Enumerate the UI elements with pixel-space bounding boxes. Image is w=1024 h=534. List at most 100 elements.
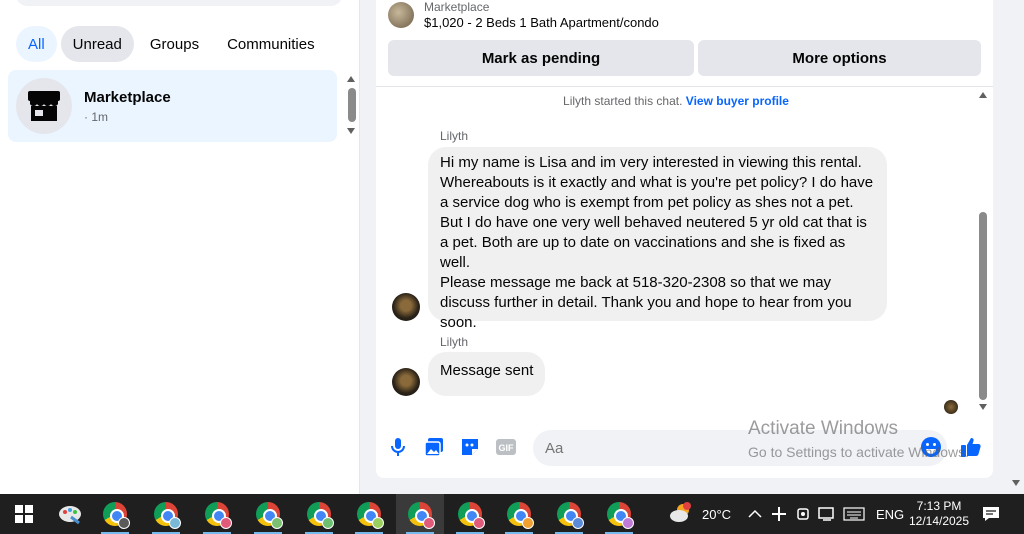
network-icon[interactable] — [818, 494, 836, 534]
plus-icon — [772, 507, 786, 521]
language-indicator[interactable]: ENG — [876, 494, 904, 534]
marketplace-avatar — [16, 78, 72, 134]
weather-widget[interactable]: 20°C — [668, 494, 731, 534]
message-line: But I do have one very well behaved neut… — [440, 214, 867, 231]
show-hidden-icons-button[interactable] — [748, 494, 762, 534]
more-options-button[interactable]: More options — [698, 40, 981, 76]
chrome-icon — [307, 502, 334, 529]
chrome-icon — [408, 502, 435, 529]
filter-groups[interactable]: Groups — [138, 26, 211, 62]
keyboard-icon — [843, 507, 865, 521]
taskbar-chrome-6[interactable] — [345, 494, 393, 534]
search-input[interactable] — [16, 0, 342, 6]
weather-temperature: 20°C — [702, 506, 732, 522]
page-scroll-down-arrow-icon[interactable] — [1012, 480, 1020, 486]
chrome-profile-badge — [572, 517, 584, 529]
chrome-icon — [205, 502, 232, 529]
taskbar-chrome-2[interactable] — [142, 494, 190, 534]
chat-list-scrollbar[interactable] — [344, 72, 358, 138]
chrome-icon — [557, 502, 584, 529]
conversation-item-marketplace[interactable]: Marketplace · 1m — [8, 70, 337, 142]
taskbar-chrome-7-active[interactable] — [396, 494, 444, 534]
chrome-icon — [458, 502, 485, 529]
view-buyer-profile-link[interactable]: View buyer profile — [686, 94, 789, 108]
scroll-thumb[interactable] — [348, 88, 356, 122]
tray-device-icon[interactable] — [796, 494, 810, 534]
start-button[interactable] — [0, 494, 48, 534]
scroll-thumb[interactable] — [979, 212, 987, 400]
chrome-icon — [357, 502, 384, 529]
chrome-profile-badge — [118, 517, 130, 529]
photo-icon[interactable] — [423, 436, 445, 458]
message-line: Message sent — [440, 362, 534, 379]
scroll-up-arrow-icon[interactable] — [979, 92, 987, 98]
chat-started-text: Lilyth started this chat. — [563, 94, 683, 108]
messages-scrollbar[interactable] — [976, 90, 990, 414]
chrome-icon — [256, 502, 283, 529]
message-line: soon. — [440, 314, 477, 331]
chrome-profile-badge — [622, 517, 634, 529]
windows-taskbar: 20°C ENG 7:13 PM 12/14/2025 — [0, 494, 1024, 534]
chrome-profile-badge — [372, 517, 384, 529]
paint-app-icon — [59, 506, 81, 525]
filter-all[interactable]: All — [16, 26, 57, 62]
message-bubble: Message sent — [428, 352, 546, 396]
mark-as-pending-button[interactable]: Mark as pending — [388, 40, 694, 76]
taskbar-chrome-3[interactable] — [193, 494, 241, 534]
svg-text:GIF: GIF — [499, 443, 515, 453]
message-line: a pet. Both are up to date on vaccinatio… — [440, 234, 846, 271]
meet-now-icon — [797, 508, 809, 520]
user-avatar[interactable] — [392, 368, 420, 396]
chrome-icon — [607, 502, 634, 529]
filter-chips: All Unread Groups Communities — [16, 26, 327, 62]
filter-unread[interactable]: Unread — [60, 26, 134, 62]
taskbar-chrome-10[interactable] — [545, 494, 593, 534]
weather-cloud-icon — [670, 502, 691, 522]
conversation-panel: Marketplace $1,020 - 2 Beds 1 Bath Apart… — [376, 0, 993, 478]
message-line: discuss further in detail. Thank you and… — [440, 294, 852, 311]
taskbar-chrome-9[interactable] — [495, 494, 543, 534]
message-bubble: Hi my name is Lisa and im very intereste… — [428, 147, 887, 331]
gif-icon[interactable]: GIF — [495, 436, 517, 458]
chrome-icon — [154, 502, 181, 529]
clock-date: 12/14/2025 — [908, 514, 970, 528]
message-sender: Lilyth — [440, 129, 469, 143]
chrome-icon — [103, 502, 130, 529]
message-input[interactable] — [533, 430, 947, 466]
notifications-button[interactable] — [982, 494, 1000, 534]
header-divider — [376, 86, 993, 87]
listing-thumbnail — [388, 2, 414, 28]
conversation-name: Marketplace — [84, 88, 171, 106]
microphone-icon[interactable] — [387, 436, 409, 458]
sticker-icon[interactable] — [459, 436, 481, 458]
message-composer: GIF — [376, 428, 993, 468]
scroll-up-arrow-icon[interactable] — [347, 76, 355, 82]
chrome-profile-badge — [220, 517, 232, 529]
chrome-profile-badge — [322, 517, 334, 529]
listing-header[interactable]: Marketplace $1,020 - 2 Beds 1 Bath Apart… — [388, 0, 659, 30]
notification-icon — [983, 507, 999, 521]
conversation-time: · 1m — [84, 109, 108, 124]
scroll-down-arrow-icon[interactable] — [347, 128, 355, 134]
clock[interactable]: 7:13 PM 12/14/2025 — [908, 494, 970, 534]
taskbar-chrome-8[interactable] — [446, 494, 494, 534]
chat-started-notice: Lilyth started this chat. View buyer pro… — [376, 94, 976, 108]
user-avatar[interactable] — [392, 293, 420, 321]
listing-title: $1,020 - 2 Beds 1 Bath Apartment/condo — [424, 15, 659, 30]
message-line: Whereabouts is it exactly and what is yo… — [440, 174, 874, 191]
windows-logo-icon — [15, 505, 33, 523]
filter-communities[interactable]: Communities — [215, 26, 327, 62]
emoji-icon[interactable] — [920, 436, 942, 458]
taskbar-app-paint[interactable] — [46, 494, 94, 534]
taskbar-chrome-4[interactable] — [244, 494, 292, 534]
tray-add-icon[interactable] — [771, 494, 787, 534]
message-line: Please message me back at 518-320-2308 s… — [440, 274, 832, 291]
chat-list-panel: All Unread Groups Communities Marketplac… — [0, 0, 360, 494]
thumbs-up-icon[interactable] — [960, 436, 982, 458]
touch-keyboard-icon[interactable] — [843, 494, 865, 534]
taskbar-chrome-5[interactable] — [295, 494, 343, 534]
scroll-down-arrow-icon[interactable] — [979, 404, 987, 410]
taskbar-chrome-1[interactable] — [91, 494, 139, 534]
taskbar-chrome-11[interactable] — [595, 494, 643, 534]
listing-label: Marketplace — [424, 0, 490, 14]
